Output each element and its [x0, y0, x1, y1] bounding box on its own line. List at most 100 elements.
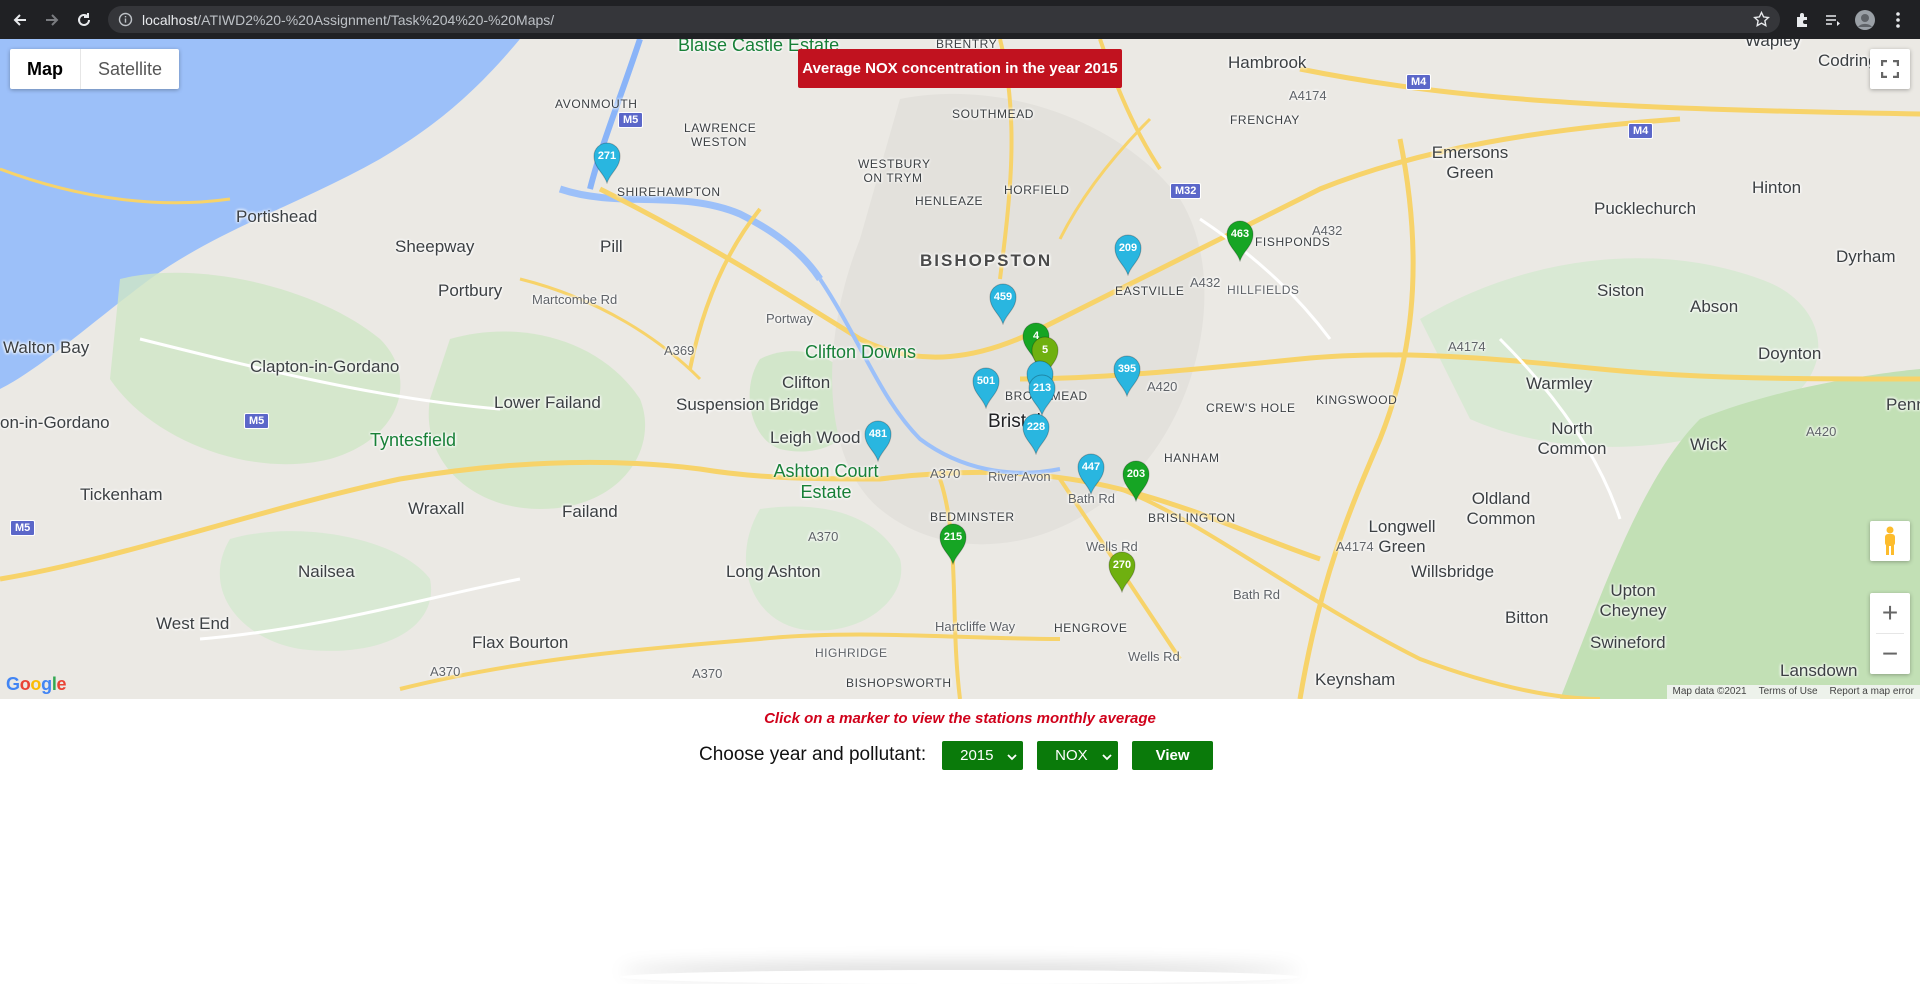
road-label: A4174 — [1336, 539, 1374, 554]
place-label: Lansdown — [1780, 661, 1858, 680]
station-marker[interactable]: 228 — [1021, 411, 1051, 456]
place-label: Doynton — [1758, 344, 1822, 363]
station-marker-value: 395 — [1117, 363, 1137, 375]
browser-toolbar: localhost/ATIWD2%20-%20Assignment/Task%2… — [0, 0, 1920, 39]
station-marker[interactable]: 447 — [1076, 451, 1106, 496]
station-marker-value: 463 — [1230, 228, 1250, 240]
fullscreen-icon[interactable] — [1870, 49, 1910, 89]
station-marker-value: 481 — [868, 428, 888, 440]
map-data-credit: Map data ©2021 — [1672, 686, 1747, 697]
place-label: HENLEAZE — [915, 194, 984, 208]
station-marker[interactable]: 395 — [1112, 353, 1142, 398]
reload-icon[interactable] — [72, 8, 96, 32]
view-button[interactable]: View — [1132, 740, 1214, 770]
street-view-pegman-icon[interactable] — [1870, 521, 1910, 561]
road-shield: M5 — [10, 520, 36, 536]
map-attribution: Map data ©2021 Terms of Use Report a map… — [1666, 685, 1920, 699]
road-label: A370 — [430, 664, 461, 679]
place-label: on-in-Gordano — [0, 413, 110, 432]
station-marker[interactable]: 463 — [1225, 218, 1255, 263]
place-label: West End — [156, 614, 230, 633]
place-label: Pucklechurch — [1594, 199, 1697, 218]
station-marker[interactable]: 215 — [938, 521, 968, 566]
station-marker-value: 209 — [1118, 242, 1138, 254]
place-label: Pill — [600, 237, 623, 256]
station-marker[interactable]: 481 — [863, 418, 893, 463]
road-label: A370 — [930, 466, 961, 481]
place-label: Wraxall — [408, 499, 465, 518]
station-marker[interactable]: 501 — [971, 365, 1001, 410]
media-queue-icon[interactable] — [1820, 8, 1844, 32]
road-label: A432 — [1190, 275, 1221, 290]
zoom-out-button[interactable]: − — [1870, 634, 1910, 674]
menu-icon[interactable] — [1886, 8, 1910, 32]
road-label: A4174 — [1448, 339, 1486, 354]
station-marker-value: 215 — [943, 531, 963, 543]
place-label: CREW'S HOLE — [1206, 401, 1296, 415]
place-label: LAWRENCE WESTON — [684, 121, 757, 149]
place-label: HIGHRIDGE — [815, 646, 888, 660]
place-label: KINGSWOOD — [1316, 393, 1398, 407]
place-label: Sheepway — [395, 237, 475, 256]
place-label: Suspension Bridge — [676, 395, 819, 414]
controls-label: Choose year and pollutant: — [699, 744, 927, 765]
place-label: Tickenham — [80, 485, 163, 504]
station-marker-value: 447 — [1081, 461, 1101, 473]
station-marker[interactable]: 213 — [1027, 372, 1057, 417]
station-marker-value: 228 — [1026, 421, 1046, 433]
pollutant-select[interactable]: NOX — [1037, 740, 1119, 770]
report-map-error-link[interactable]: Report a map error — [1824, 685, 1920, 699]
place-label: HENGROVE — [1054, 621, 1128, 635]
station-marker[interactable]: 203 — [1121, 458, 1151, 503]
road-label: A420 — [1806, 424, 1837, 439]
place-label: SOUTHMEAD — [952, 107, 1035, 121]
google-map[interactable]: Blaise Castle Estate BRENTRY Hambrook Wa… — [0, 39, 1920, 699]
map-type-map-button[interactable]: Map — [10, 49, 81, 89]
place-label: Abson — [1690, 297, 1739, 316]
road-label: Portway — [766, 311, 813, 326]
back-icon[interactable] — [8, 8, 32, 32]
profile-avatar[interactable] — [1853, 8, 1877, 32]
year-select[interactable]: 2015 — [942, 740, 1024, 770]
station-marker[interactable]: 209 — [1113, 232, 1143, 277]
place-label: Penns — [1886, 395, 1920, 414]
bookmark-star-icon[interactable] — [1753, 10, 1770, 33]
extensions-icon[interactable] — [1790, 8, 1814, 32]
terms-of-use-link[interactable]: Terms of Use — [1753, 685, 1824, 699]
place-label: BISHOPSTON — [920, 251, 1053, 270]
place-label: Oldland Common — [1466, 489, 1536, 528]
place-label: Clifton — [782, 373, 831, 392]
address-bar[interactable]: localhost/ATIWD2%20-%20Assignment/Task%2… — [108, 6, 1780, 33]
place-label: Swineford — [1590, 633, 1666, 652]
station-marker-value: 271 — [597, 150, 617, 162]
forward-icon[interactable] — [40, 8, 64, 32]
station-marker-value: 213 — [1032, 382, 1052, 394]
station-marker-value: 203 — [1126, 468, 1146, 480]
place-label: Hinton — [1752, 178, 1802, 197]
place-label: Wick — [1690, 435, 1727, 454]
zoom-control: + − — [1870, 593, 1910, 674]
map-title-banner: Average NOX concentration in the year 20… — [798, 49, 1122, 88]
place-label: Willsbridge — [1411, 562, 1495, 581]
zoom-in-button[interactable]: + — [1870, 593, 1910, 633]
road-label: A432 — [1312, 223, 1343, 238]
chevron-down-icon — [1102, 749, 1112, 766]
map-type-control: Map Satellite — [10, 49, 180, 89]
station-marker[interactable]: 270 — [1107, 549, 1137, 594]
place-label: Wapley — [1745, 39, 1802, 50]
station-marker[interactable]: 271 — [592, 140, 622, 185]
year-select-value: 2015 — [960, 746, 994, 764]
road-shield: M32 — [1170, 183, 1202, 199]
place-label: Failand — [562, 502, 618, 521]
place-label: River Avon — [988, 469, 1051, 484]
place-label: Warmley — [1526, 374, 1593, 393]
place-label: Nailsea — [298, 562, 355, 581]
road-label: Bath Rd — [1233, 587, 1280, 602]
map-type-satellite-button[interactable]: Satellite — [81, 49, 179, 89]
road-label: A370 — [808, 529, 839, 544]
station-marker[interactable]: 459 — [988, 281, 1018, 326]
place-label: Clapton-in-Gordano — [250, 357, 400, 376]
road-label: A420 — [1147, 379, 1178, 394]
road-label: A370 — [692, 666, 723, 681]
site-info-icon[interactable] — [118, 12, 133, 32]
